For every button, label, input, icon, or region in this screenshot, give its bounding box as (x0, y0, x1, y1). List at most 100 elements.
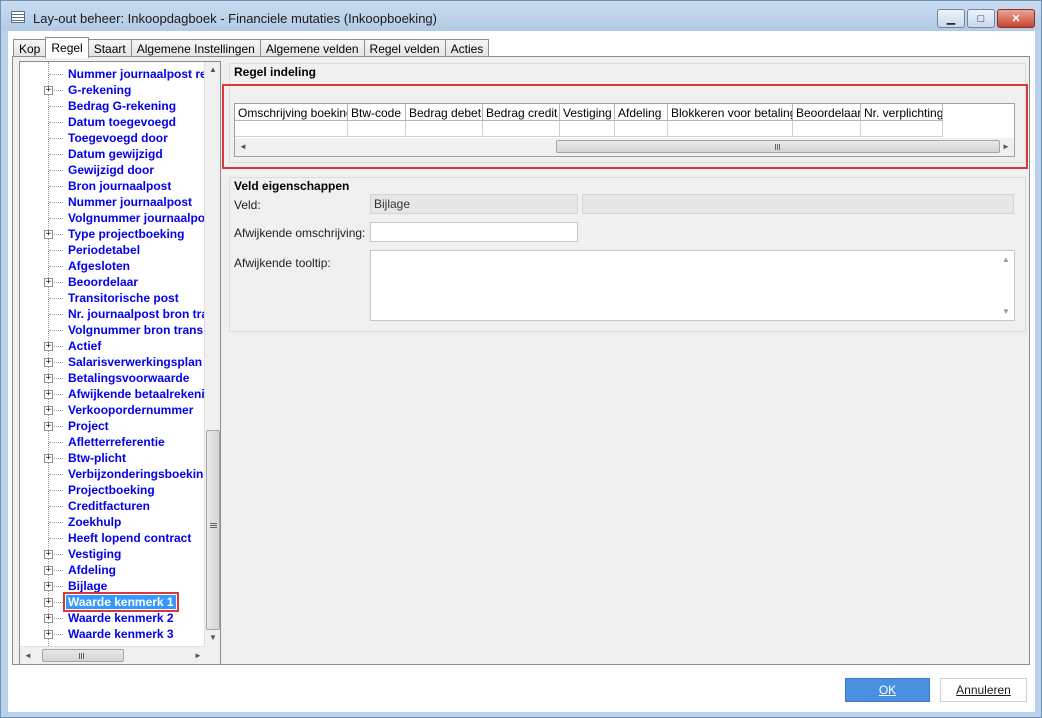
title-bar[interactable]: Lay-out beheer: Inkoopdagboek - Financie… (1, 1, 1041, 31)
tree-item[interactable]: + Salarisverwerkingsplan (20, 354, 206, 370)
expand-icon[interactable]: + (44, 374, 53, 383)
tree-item[interactable]: Periodetabel (20, 242, 206, 258)
tree-item[interactable]: + Verkoopordernummer (20, 402, 206, 418)
tree-item[interactable]: Creditfacturen (20, 498, 206, 514)
grid-cell[interactable] (668, 121, 793, 137)
field-tree[interactable]: Nummer journaalpost rek + G-rekening Bedrag… (19, 61, 221, 665)
cancel-button[interactable]: Annuleren (940, 678, 1027, 702)
scroll-thumb[interactable] (206, 430, 220, 630)
tree-item[interactable]: + G-rekening (20, 82, 206, 98)
tab-acties[interactable]: Acties (444, 39, 490, 57)
column-header[interactable]: Beoordelaar (793, 104, 861, 121)
tree-item[interactable]: + Actief (20, 338, 206, 354)
expand-icon[interactable]: + (44, 614, 53, 623)
grid-cell[interactable] (560, 121, 615, 137)
scroll-left-icon[interactable]: ◄ (235, 138, 251, 156)
tree-item[interactable]: Nummer journaalpost (20, 194, 206, 210)
tab-staart[interactable]: Staart (87, 39, 132, 57)
grid-cell[interactable] (348, 121, 406, 137)
scroll-up-icon[interactable]: ▲ (205, 62, 220, 78)
tree-item[interactable]: Zoekhulp (20, 514, 206, 530)
tree-item[interactable]: Bedrag G-rekening (20, 98, 206, 114)
tree-horizontal-scrollbar[interactable]: ◄ ► (20, 646, 206, 664)
tree-item[interactable]: Transitorische post (20, 290, 206, 306)
tree-item[interactable]: + Beoordelaar (20, 274, 206, 290)
column-header[interactable]: Bedrag debet (406, 104, 483, 121)
line-layout-grid[interactable]: Omschrijving boeking Btw-code Bedrag debet… (234, 103, 1015, 157)
tree-vertical-scrollbar[interactable]: ▲ ▼ (204, 62, 220, 646)
tree-item[interactable]: Volgnummer journaalpos (20, 210, 206, 226)
grid-row[interactable] (235, 121, 943, 137)
tab-algemene-instellingen[interactable]: Algemene Instellingen (130, 39, 261, 57)
scroll-left-icon[interactable]: ◄ (20, 647, 36, 664)
grid-cell[interactable] (235, 121, 348, 137)
tab-regel-velden[interactable]: Regel velden (363, 39, 446, 57)
grid-cell[interactable] (615, 121, 668, 137)
column-header[interactable]: Afdeling (615, 104, 668, 121)
tree-item[interactable]: + Afwijkende betaalrekeni (20, 386, 206, 402)
scroll-up-icon[interactable]: ▲ (998, 255, 1014, 264)
tree-item[interactable]: Datum toegevoegd (20, 114, 206, 130)
scroll-down-icon[interactable]: ▼ (205, 630, 220, 646)
tree-item[interactable]: Heeft lopend contract (20, 530, 206, 546)
column-header[interactable]: Btw-code (348, 104, 406, 121)
expand-icon[interactable]: + (44, 406, 53, 415)
tab-regel[interactable]: Regel (45, 37, 89, 58)
tree-item[interactable]: + Bijlage (20, 578, 206, 594)
tree-item[interactable]: + Btw-plicht (20, 450, 206, 466)
tree-item[interactable]: Toegevoegd door (20, 130, 206, 146)
tree-item[interactable]: Afletterreferentie (20, 434, 206, 450)
omschrijving-input[interactable] (370, 222, 578, 242)
grid-cell[interactable] (793, 121, 861, 137)
tree-item[interactable]: Volgnummer bron transit (20, 322, 206, 338)
scroll-thumb[interactable] (42, 649, 124, 662)
tooltip-textarea[interactable] (370, 250, 1015, 321)
column-header[interactable]: Nr. verplichting (861, 104, 943, 121)
tree-item[interactable]: + Project (20, 418, 206, 434)
tree-item[interactable]: Bron journaalpost (20, 178, 206, 194)
expand-icon[interactable]: + (44, 86, 53, 95)
tree-item[interactable]: Projectboeking (20, 482, 206, 498)
expand-icon[interactable]: + (44, 566, 53, 575)
expand-icon[interactable]: + (44, 342, 53, 351)
maximize-button[interactable]: □ (967, 9, 995, 28)
column-header[interactable]: Omschrijving boeking (235, 104, 348, 121)
minimize-button[interactable]: ▁ (937, 9, 965, 28)
expand-icon[interactable]: + (44, 454, 53, 463)
grid-cell[interactable] (861, 121, 943, 137)
ok-button[interactable]: OK (845, 678, 930, 702)
expand-icon[interactable]: + (44, 422, 53, 431)
column-header[interactable]: Bedrag credit (483, 104, 560, 121)
grid-horizontal-scrollbar[interactable]: ◄ ► (235, 138, 1014, 156)
expand-icon[interactable]: + (44, 278, 53, 287)
tree-item[interactable]: Datum gewijzigd (20, 146, 206, 162)
tree-item[interactable]: + Afdeling (20, 562, 206, 578)
tree-item[interactable]: + Type projectboeking (20, 226, 206, 242)
expand-icon[interactable]: + (44, 582, 53, 591)
expand-icon[interactable]: + (44, 630, 53, 639)
expand-icon[interactable]: + (44, 358, 53, 367)
scroll-down-icon[interactable]: ▼ (998, 307, 1014, 316)
column-header[interactable]: Blokkeren voor betaling (668, 104, 793, 121)
expand-icon[interactable]: + (44, 390, 53, 399)
tree-item[interactable]: + Waarde kenmerk 1 (20, 592, 206, 612)
tree-item[interactable]: + Betalingsvoorwaarde (20, 370, 206, 386)
tree-item[interactable]: Nummer journaalpost rek (20, 66, 206, 82)
tree-item[interactable]: + Waarde kenmerk 3 (20, 626, 206, 642)
tree-item[interactable]: Nr. journaalpost bron tra (20, 306, 206, 322)
grid-cell[interactable] (483, 121, 560, 137)
tab-kop[interactable]: Kop (13, 39, 47, 57)
close-button[interactable]: ✕ (997, 9, 1035, 28)
tree-item[interactable]: Gewijzigd door (20, 162, 206, 178)
tree-item[interactable]: + Waarde kenmerk 2 (20, 610, 206, 626)
column-header[interactable]: Vestiging (560, 104, 615, 121)
expand-icon[interactable]: + (44, 598, 53, 607)
scroll-right-icon[interactable]: ► (998, 138, 1014, 156)
tooltip-scrollbar[interactable]: ▲ ▼ (998, 251, 1014, 320)
expand-icon[interactable]: + (44, 550, 53, 559)
tree-item[interactable]: Verbijzonderingsboeking (20, 466, 206, 482)
scroll-thumb[interactable] (556, 140, 1000, 153)
grid-cell[interactable] (406, 121, 483, 137)
tree-item[interactable]: + Vestiging (20, 546, 206, 562)
tab-algemene-velden[interactable]: Algemene velden (259, 39, 365, 57)
